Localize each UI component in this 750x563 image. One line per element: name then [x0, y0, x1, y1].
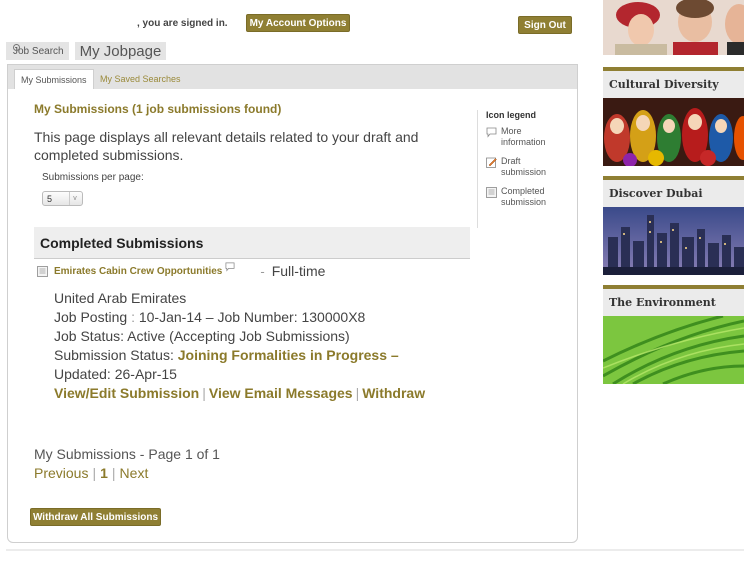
- withdraw-all-submissions-button[interactable]: Withdraw All Submissions: [30, 508, 161, 526]
- right-sidebar: Cultural Diversity Discover Dubai The En…: [603, 0, 744, 384]
- legend-title: Icon legend: [486, 110, 537, 120]
- sub-tab-bar: My Submissions My Saved Searches: [8, 65, 577, 89]
- job-status: Job Status: Active (Accepting Job Submis…: [54, 328, 350, 344]
- per-page-select[interactable]: 5 v: [42, 191, 83, 206]
- main-panel: My Submissions My Saved Searches My Subm…: [7, 64, 578, 543]
- dubai-skyline-image: [603, 207, 744, 275]
- job-row: Emirates Cabin Crew Opportunities - Full…: [37, 262, 325, 280]
- pagination: My Submissions - Page 1 of 1 Previous | 1 |…: [34, 445, 220, 483]
- promo-cultural-diversity[interactable]: Cultural Diversity: [603, 67, 744, 166]
- speech-bubble-icon: [486, 127, 497, 138]
- cabin-crew-image[interactable]: [603, 0, 744, 55]
- job-type: Full-time: [271, 263, 326, 279]
- legend-item: More information: [486, 126, 567, 148]
- document-icon: [486, 187, 497, 198]
- promo-title: The Environment: [603, 289, 744, 316]
- promo-discover-dubai[interactable]: Discover Dubai: [603, 176, 744, 275]
- job-separator: -: [260, 263, 265, 279]
- pencil-note-icon: [486, 157, 497, 168]
- job-posting: Job Posting : 10-Jan-14 – Job Number: 13…: [54, 308, 425, 327]
- view-edit-submission-link[interactable]: View/Edit Submission: [54, 385, 199, 401]
- page-description: This page displays all relevant details …: [34, 129, 419, 163]
- action-separator: |: [202, 385, 206, 401]
- matryoshka-dolls-image: [603, 98, 744, 166]
- submission-updated: Updated: 26-Apr-15: [54, 366, 177, 382]
- promo-title: Cultural Diversity: [603, 71, 744, 98]
- legend-label: Completed submission: [501, 186, 547, 207]
- legend-item: Draft submission: [486, 156, 567, 178]
- legend-label: Draft submission: [501, 156, 547, 177]
- job-posting-colon: :: [131, 309, 135, 325]
- per-page-value: 5: [47, 193, 53, 204]
- previous-page-link[interactable]: Previous: [34, 465, 88, 481]
- sign-out-button[interactable]: Sign Out: [518, 16, 572, 34]
- submission-actions: View/Edit Submission | View Email Messages…: [54, 384, 425, 403]
- tab-job-search-label: Job Search: [13, 45, 64, 57]
- job-location: United Arab Emirates: [54, 290, 187, 306]
- job-title-link[interactable]: Emirates Cabin Crew Opportunities: [54, 266, 222, 277]
- tab-my-saved-searches[interactable]: My Saved Searches: [94, 69, 187, 89]
- top-tabs: Job Search My Jobpage: [6, 42, 167, 60]
- search-icon: [13, 44, 20, 51]
- tab-my-jobpage[interactable]: My Jobpage: [74, 42, 167, 60]
- legend-label: More information: [501, 126, 546, 147]
- icon-legend: Icon legend More information Draft submi…: [477, 110, 567, 228]
- promo-the-environment[interactable]: The Environment: [603, 285, 744, 384]
- legend-item: Completed submission: [486, 186, 567, 208]
- submission-status: Submission Status: Joining Formalities i…: [54, 346, 425, 365]
- speech-bubble-icon[interactable]: [225, 262, 235, 272]
- footer-divider: [6, 549, 744, 551]
- next-page-link[interactable]: Next: [120, 465, 149, 481]
- paging-separator: |: [92, 465, 97, 481]
- completed-submissions-header: Completed Submissions: [34, 227, 470, 259]
- current-page: 1: [100, 465, 108, 481]
- paging-separator: |: [111, 465, 116, 481]
- tab-my-submissions[interactable]: My Submissions: [14, 69, 94, 89]
- view-email-messages-link[interactable]: View Email Messages: [209, 385, 353, 401]
- document-icon: [37, 265, 48, 277]
- page-title: My Submissions (1 job submissions found): [34, 102, 282, 116]
- tab-job-search[interactable]: Job Search: [6, 42, 69, 60]
- signed-in-text: , you are signed in.: [137, 18, 228, 29]
- action-separator: |: [355, 385, 360, 401]
- submission-status-value: Joining Formalities in Progress –: [177, 347, 399, 363]
- per-page-label: Submissions per page:: [42, 172, 144, 183]
- my-account-options-button[interactable]: My Account Options: [246, 14, 350, 32]
- job-posting-value: 10-Jan-14 – Job Number: 130000X8: [138, 309, 366, 325]
- palm-leaf-image: [603, 316, 744, 384]
- chevron-down-icon: v: [69, 192, 80, 205]
- promo-title: Discover Dubai: [603, 180, 744, 207]
- paging-links: Previous | 1 | Next: [34, 464, 220, 483]
- paging-summary: My Submissions - Page 1 of 1: [34, 446, 220, 462]
- submission-status-label: Submission Status:: [54, 347, 174, 363]
- job-posting-label: Job Posting: [54, 309, 128, 325]
- withdraw-link[interactable]: Withdraw: [362, 385, 425, 401]
- job-details: United Arab Emirates Job Posting : 10-Ja…: [54, 289, 425, 403]
